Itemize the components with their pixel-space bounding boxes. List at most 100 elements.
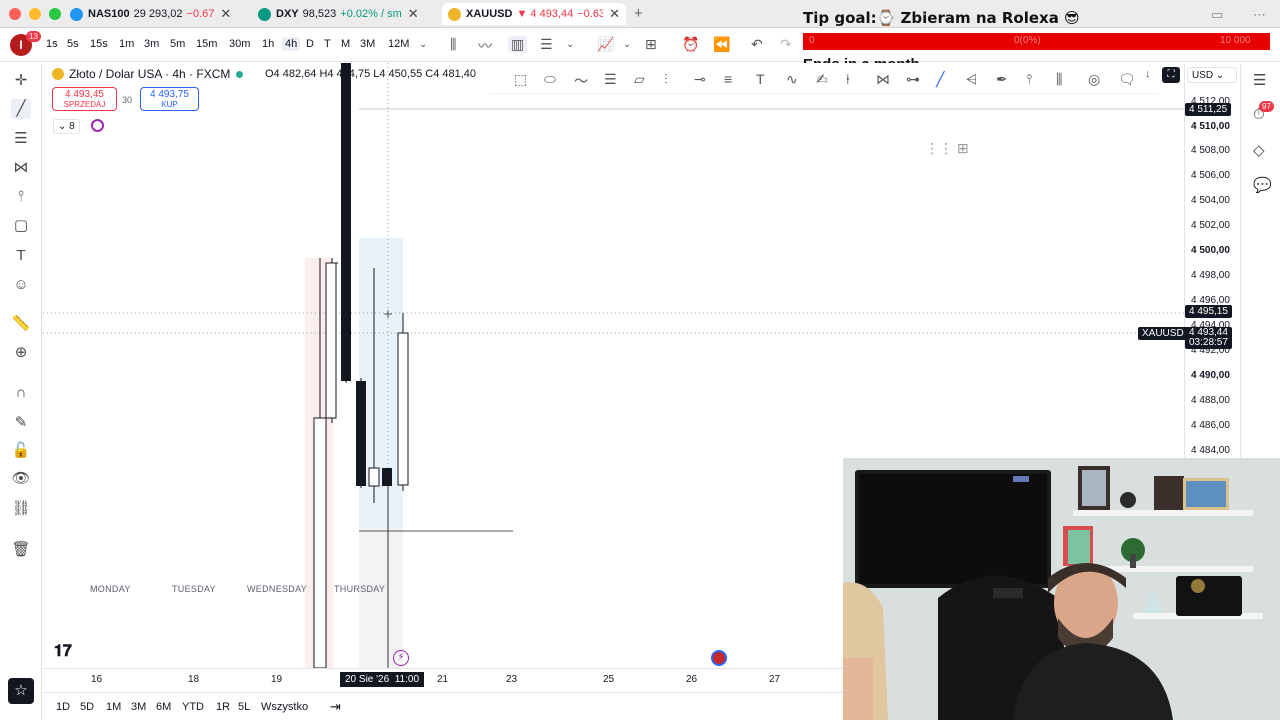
time-axis[interactable]: 16 18 19 20 Sie '26 11:00 21 23 25 26 27: [43, 668, 843, 690]
range-3m[interactable]: 3M: [131, 701, 146, 713]
chevron-down-icon[interactable]: ⌄: [566, 39, 574, 50]
path-icon[interactable]: 〜: [574, 71, 588, 91]
trend-line-icon[interactable]: ╱: [11, 99, 31, 119]
fib-retracement-icon[interactable]: ☰: [11, 129, 31, 149]
pitchfork-icon[interactable]: ⫶: [664, 71, 668, 88]
minimize-window-button[interactable]: [29, 8, 41, 20]
interval-m[interactable]: M: [341, 38, 350, 50]
candles-icon[interactable]: ▥: [508, 36, 528, 53]
horizontal-ray-icon[interactable]: ⊸: [694, 71, 706, 88]
maximize-window-button[interactable]: [49, 8, 61, 20]
indicators-collapse-button[interactable]: ⌄ 8: [53, 119, 80, 134]
interval-5m[interactable]: 5m: [170, 38, 185, 50]
comment-icon[interactable]: 🗨: [1118, 71, 1136, 88]
browser-tab-xauusd[interactable]: XAUUSD ▼ 4 493,44 −0.63 ✕: [442, 3, 626, 25]
interval-1h[interactable]: 1h: [262, 38, 274, 50]
interval-30m[interactable]: 30m: [229, 38, 250, 50]
pen-icon[interactable]: ✒: [996, 71, 1008, 88]
close-tab-icon[interactable]: ✕: [609, 6, 620, 22]
range-1r[interactable]: 1R: [216, 701, 230, 713]
drag-handle-icon[interactable]: ⋮⋮ ⊞: [925, 140, 969, 157]
zoom-in-icon[interactable]: ⊕: [11, 343, 31, 363]
interval-15s[interactable]: 15s: [90, 38, 108, 50]
date-range-icon[interactable]: ⇥: [330, 699, 341, 715]
symbol-title[interactable]: Złoto / Dolar USA · 4h · FXCM: [52, 67, 249, 81]
stay-drawing-icon[interactable]: ✎: [11, 413, 31, 433]
replay-icon[interactable]: ⏪: [713, 36, 730, 53]
line-chart-icon[interactable]: 〰: [478, 36, 492, 56]
shapes-icon[interactable]: ▢: [11, 216, 31, 236]
fullscreen-icon[interactable]: ⛶: [1162, 67, 1180, 83]
text-tool-icon[interactable]: T: [11, 246, 31, 266]
target-icon[interactable]: ◎: [1088, 71, 1100, 88]
interval-d[interactable]: D: [306, 38, 314, 50]
menu-icon[interactable]: ⋯: [1253, 7, 1266, 23]
indicators-icon[interactable]: 📈: [597, 36, 614, 53]
event-lightning-icon[interactable]: ⚡: [393, 650, 409, 666]
hide-drawings-icon[interactable]: 👁: [11, 469, 31, 489]
close-window-button[interactable]: [9, 8, 21, 20]
chevron-down-icon[interactable]: ⌄: [623, 39, 631, 50]
undo-icon[interactable]: ↶: [751, 36, 763, 53]
xabcd-icon[interactable]: ⋈: [876, 71, 890, 88]
interval-1s[interactable]: 1s: [46, 38, 58, 50]
rectangle-icon[interactable]: ⬚: [514, 71, 527, 88]
range-5l[interactable]: 5L: [238, 701, 250, 713]
pattern-icon[interactable]: ⋈: [11, 158, 31, 178]
ellipse-icon[interactable]: ⬭: [544, 71, 556, 88]
text-icon[interactable]: T: [756, 71, 765, 87]
bars-icon[interactable]: ⫼: [450, 36, 456, 53]
fib-icon[interactable]: ☰: [604, 71, 617, 88]
crosshair-icon[interactable]: ✛: [11, 71, 31, 91]
close-tab-icon[interactable]: ✕: [408, 6, 419, 22]
new-tab-icon[interactable]: +: [634, 5, 643, 22]
range-6m[interactable]: 6M: [156, 701, 171, 713]
range-ytd[interactable]: YTD: [182, 701, 204, 713]
forecast-icon[interactable]: ⫯: [11, 187, 31, 207]
brush-icon[interactable]: ✍: [816, 71, 828, 88]
currency-select[interactable]: USD ⌄: [1187, 67, 1237, 83]
range-all[interactable]: Wszystko: [261, 701, 308, 713]
browser-tab-dxy[interactable]: DXY 98,523 +0.02% / sm ✕: [252, 3, 438, 25]
long-position-icon[interactable]: ⫯: [1026, 71, 1032, 88]
range-1d[interactable]: 1D: [56, 701, 70, 713]
favorites-star-icon[interactable]: ☆: [8, 678, 34, 704]
layout-icon[interactable]: ⊞: [645, 36, 657, 53]
range-5d[interactable]: 5D: [80, 701, 94, 713]
interval-1m[interactable]: 1m: [119, 38, 134, 50]
watchlist-icon[interactable]: ☰: [1253, 71, 1266, 89]
sidebar-toggle-icon[interactable]: ▭: [1211, 7, 1223, 23]
layers-icon[interactable]: ◇: [1253, 141, 1265, 159]
parallel-lines-icon[interactable]: ≡: [724, 71, 732, 87]
alert-icon[interactable]: ⏰: [682, 36, 699, 53]
chat-icon[interactable]: 💬: [1253, 176, 1272, 194]
line-segment-icon[interactable]: ⊶: [906, 71, 920, 88]
us-flag-event-icon[interactable]: [711, 650, 727, 666]
price-scale[interactable]: 4 512,00 4 510,00 4 508,00 4 506,00 4 50…: [1184, 63, 1240, 458]
redo-icon[interactable]: ↷: [780, 36, 792, 53]
magnet-icon[interactable]: ∩: [11, 383, 31, 403]
chevron-down-icon[interactable]: ⌄: [419, 39, 427, 50]
emoji-icon[interactable]: ☺: [11, 275, 31, 295]
sync-icon[interactable]: [91, 119, 104, 132]
buy-button[interactable]: 4 493,75 KUP: [140, 87, 199, 111]
ruler-icon[interactable]: 📏: [11, 314, 31, 334]
trend-line-icon[interactable]: ╱: [936, 71, 944, 88]
interval-3m[interactable]: 3m: [144, 38, 159, 50]
vertical-line-icon[interactable]: ⍿: [846, 71, 850, 88]
trash-icon[interactable]: 🗑: [11, 540, 31, 560]
interval-t[interactable]: T: [324, 38, 331, 50]
lock-icon[interactable]: 🔓: [11, 441, 31, 461]
link-icon[interactable]: ⛓: [11, 499, 31, 519]
interval-5s[interactable]: 5s: [67, 38, 79, 50]
range-1m[interactable]: 1M: [106, 701, 121, 713]
close-tab-icon[interactable]: ✕: [220, 6, 231, 22]
interval-3m-long[interactable]: 3M: [360, 38, 375, 50]
browser-tab-nas100[interactable]: NAS100 29 293,02 −0.67 ✕: [64, 3, 248, 25]
interval-12m[interactable]: 12M: [388, 38, 409, 50]
sell-button[interactable]: 4 493,45 SPRZEDAJ: [52, 87, 117, 111]
gann-icon[interactable]: ⩤: [966, 71, 977, 88]
chart-type-icon[interactable]: ☰: [540, 36, 553, 53]
interval-15m[interactable]: 15m: [196, 38, 217, 50]
volume-profile-icon[interactable]: ⫼: [1056, 71, 1062, 88]
